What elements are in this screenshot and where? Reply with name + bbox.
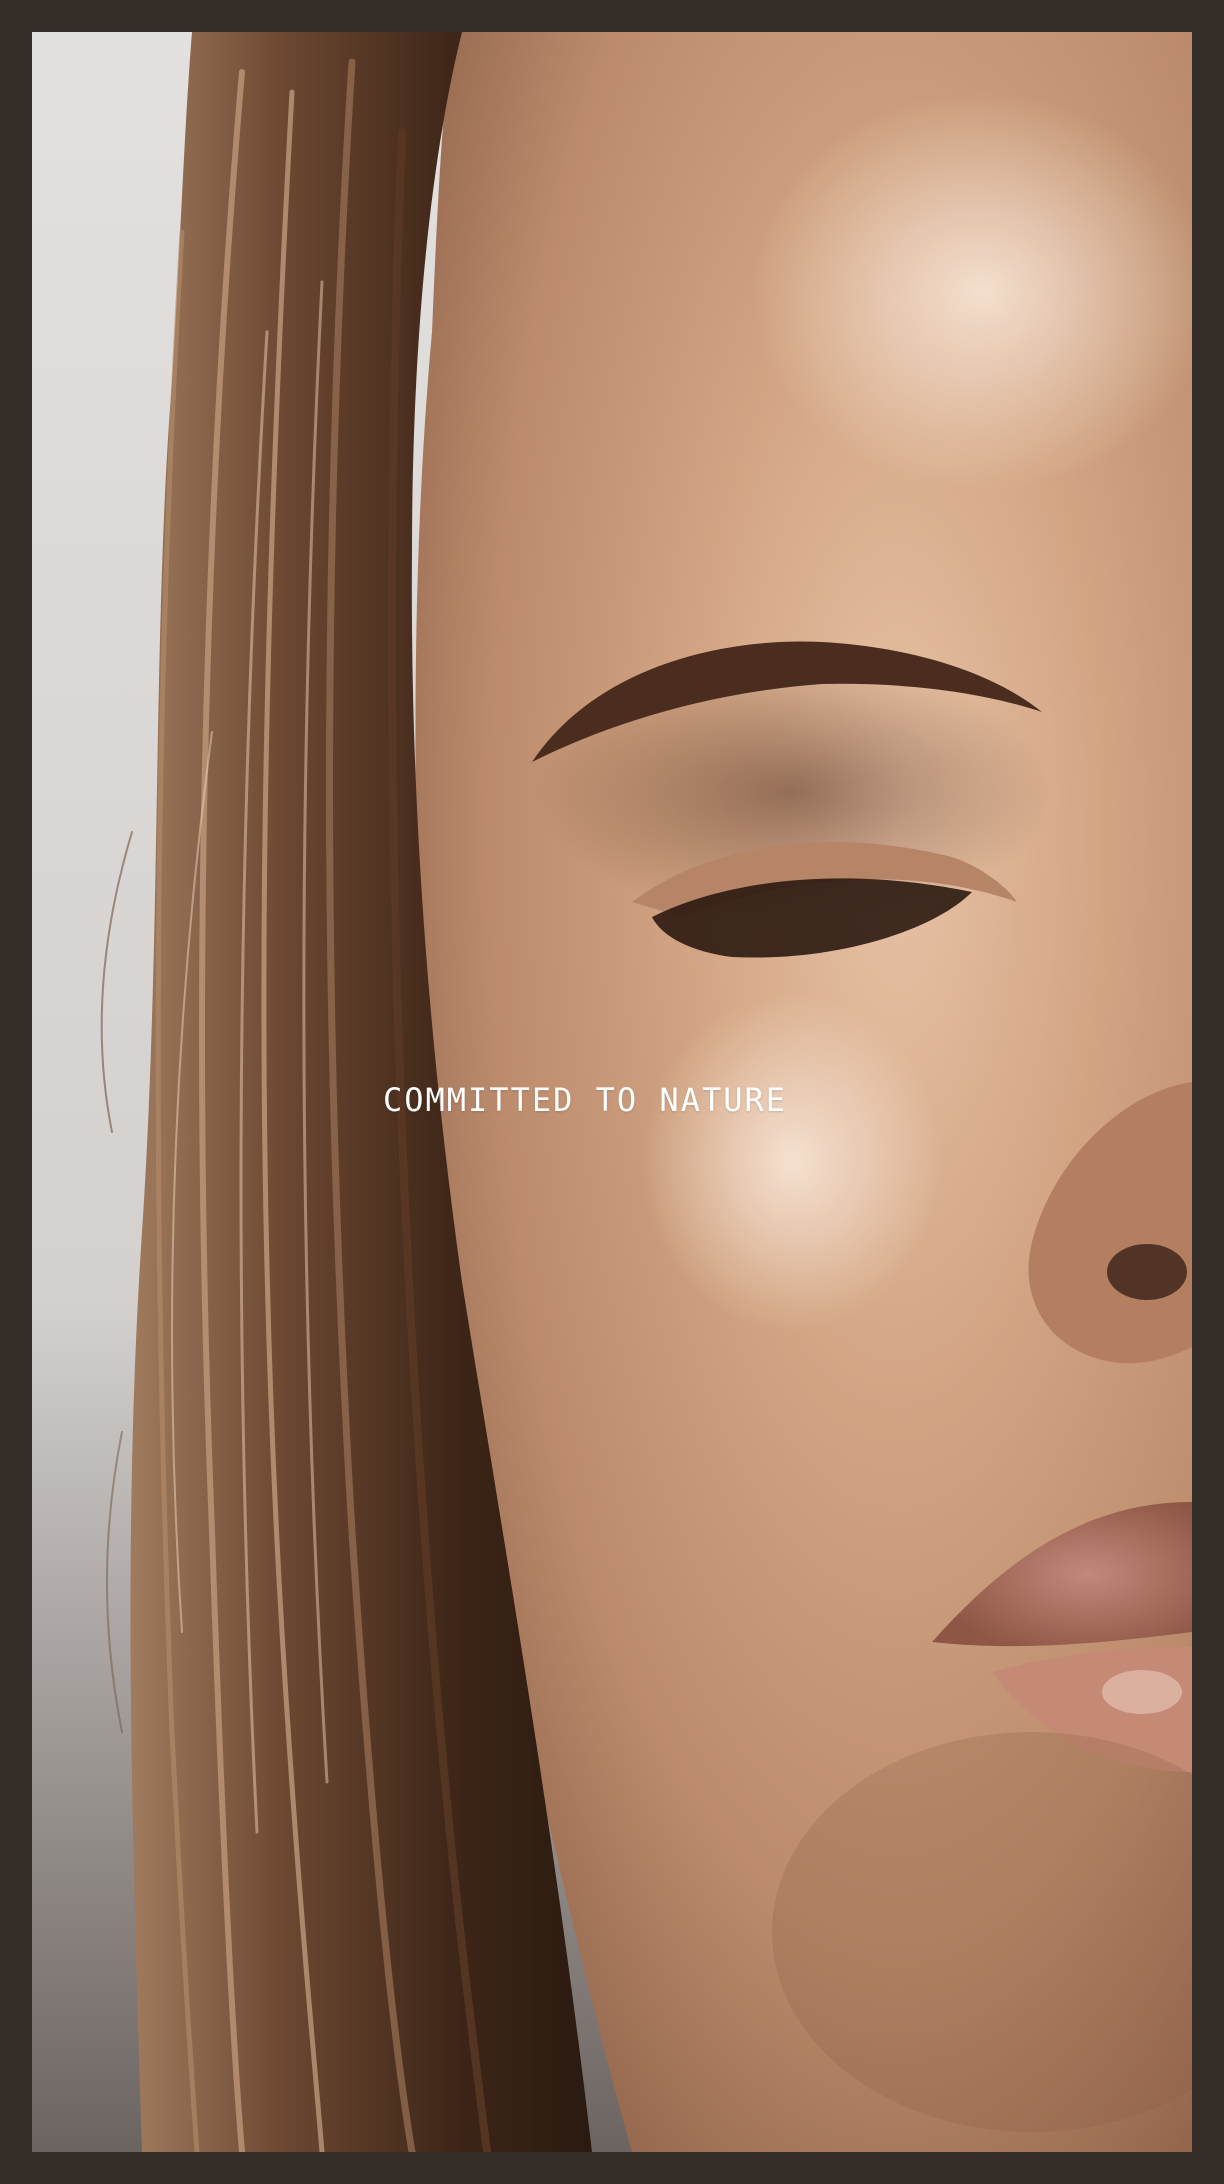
page-frame: COMMITTED TO NATURE [0,0,1224,2184]
hero-tagline: COMMITTED TO NATURE [382,1081,788,1119]
nostril [1107,1244,1187,1300]
lip-highlight [1102,1670,1182,1714]
forehead-highlight [752,92,1192,492]
cheek-highlight [642,992,942,1332]
hero-image: COMMITTED TO NATURE [32,32,1192,2152]
